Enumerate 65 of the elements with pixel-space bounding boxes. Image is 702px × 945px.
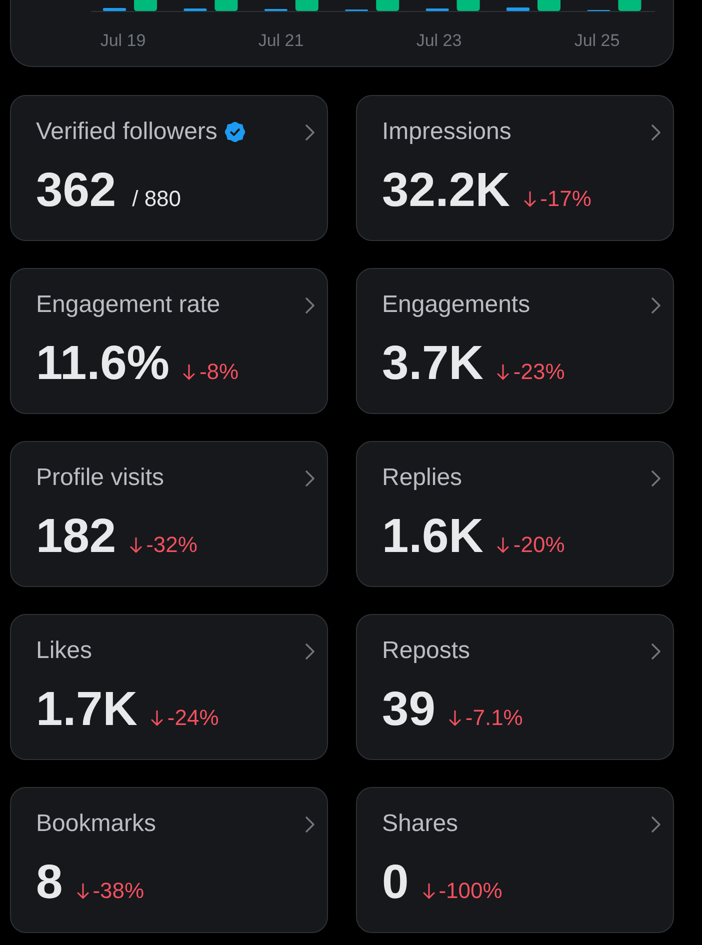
chart-bar	[456, 0, 480, 11]
metric-value: 32.2K	[382, 163, 510, 219]
metric-title: Impressions	[382, 118, 512, 146]
metric-value: 0	[382, 855, 409, 911]
change-percent: -8%	[199, 359, 239, 384]
metric-card[interactable]: Verified followers 362 / 880	[10, 95, 328, 241]
chevron-right-icon	[305, 296, 315, 314]
change-percent: -100%	[438, 878, 502, 903]
metric-card[interactable]: Shares 0 -100%	[356, 787, 674, 933]
metric-card[interactable]: Profile visits 182 -32%	[10, 441, 328, 587]
chart-bar	[426, 8, 449, 11]
metric-value: 182	[36, 509, 116, 565]
metric-card[interactable]: Engagements 3.7K -23%	[356, 268, 674, 414]
metric-value: 39	[382, 682, 436, 738]
chart-bar	[506, 8, 530, 11]
metric-title: Bookmarks	[36, 810, 156, 838]
chart-bar	[103, 8, 126, 11]
axis-label: Jul 19	[100, 31, 146, 50]
metric-card[interactable]: Impressions 32.2K -17%	[356, 95, 674, 241]
metric-card[interactable]: Reposts 39 -7.1%	[356, 614, 674, 760]
change-percent: -38%	[92, 878, 144, 903]
change-percent: -17%	[540, 186, 592, 211]
metric-title: Engagement rate	[36, 291, 220, 319]
metric-title: Profile visits	[36, 464, 164, 492]
metric-value: 1.7K	[36, 682, 138, 738]
chart-bar	[295, 0, 318, 11]
chart-bar	[376, 0, 400, 11]
chevron-right-icon	[651, 296, 661, 314]
metric-value: 362	[36, 163, 116, 219]
metric-total: / 880	[132, 186, 182, 212]
change-percent: -32%	[146, 532, 198, 557]
axis-label: Jul 21	[258, 31, 304, 50]
chart-bar	[184, 8, 207, 11]
metric-title: Engagements	[382, 291, 530, 319]
metric-card[interactable]: Likes 1.7K -24%	[10, 614, 328, 760]
chevron-right-icon	[305, 470, 315, 486]
change-percent: -7.1%	[465, 705, 523, 730]
chart-bar	[538, 0, 560, 11]
metric-title: Replies	[382, 464, 462, 492]
metric-card[interactable]: Engagement rate 11.6% -8%	[10, 268, 328, 414]
chevron-right-icon	[651, 470, 661, 486]
change-percent: -23%	[513, 359, 565, 384]
metric-title: Verified followers	[36, 118, 218, 146]
change-percent: -24%	[167, 705, 219, 730]
axis-label: Jul 23	[416, 31, 462, 50]
metric-card[interactable]: Bookmarks 8 -38%	[10, 787, 328, 933]
chart-bar	[214, 0, 238, 11]
axis-label: Jul 25	[574, 31, 620, 50]
metric-card[interactable]: Replies 1.6K -20%	[356, 441, 674, 587]
metric-value: 3.7K	[382, 336, 484, 392]
metric-value: 11.6%	[36, 336, 170, 392]
metric-title: Reposts	[382, 637, 470, 665]
chart-bar	[618, 0, 642, 11]
chart-bar	[134, 0, 157, 11]
chevron-right-icon	[651, 642, 661, 660]
chevron-right-icon	[305, 642, 315, 660]
chevron-right-icon	[651, 816, 661, 832]
metric-title: Likes	[36, 637, 92, 665]
chevron-right-icon	[305, 816, 315, 832]
change-percent: -20%	[513, 532, 565, 557]
metric-title: Shares	[382, 810, 458, 838]
metric-value: 8	[36, 855, 63, 911]
chevron-right-icon	[651, 124, 661, 140]
metric-value: 1.6K	[382, 509, 484, 565]
chevron-right-icon	[305, 124, 315, 140]
